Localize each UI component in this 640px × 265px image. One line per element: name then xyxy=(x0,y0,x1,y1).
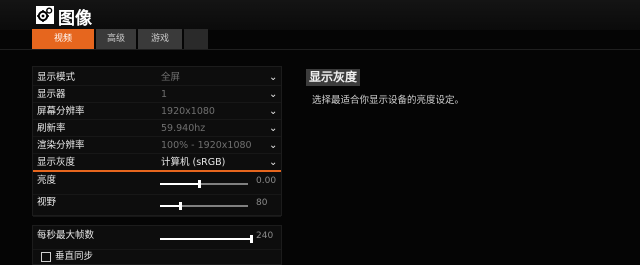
slider-fill xyxy=(160,205,181,207)
slider-value: 240 xyxy=(256,231,274,241)
gears-icon xyxy=(36,6,54,24)
setting-label: 显示灰度 xyxy=(37,157,76,168)
setting-label: 刷新率 xyxy=(37,123,66,134)
setting-label: 显示器 xyxy=(37,89,66,100)
info-description: 选择最适合你显示设备的亮度设定。 xyxy=(312,95,465,106)
tab-bar: 视频 高级 游戏 xyxy=(32,29,208,49)
setting-label: 垂直同步 xyxy=(55,251,94,262)
chevron-down-icon[interactable]: ⌄ xyxy=(269,70,277,86)
video-settings-panel: 显示模式 全屏 ⌄ 显示器 1 ⌄ 屏幕分辨率 1920x1080 ⌄ 刷新率 … xyxy=(32,66,282,217)
tab-game[interactable]: 游戏 xyxy=(138,29,182,49)
fov-slider[interactable] xyxy=(160,202,248,210)
performance-panel: 每秒最大帧数 240 垂直同步 xyxy=(32,225,282,265)
setting-monitor[interactable]: 显示器 1 ⌄ xyxy=(33,87,281,103)
setting-value: 59.940hz xyxy=(161,123,206,134)
setting-value: 全屏 xyxy=(161,72,181,83)
setting-display-gamma[interactable]: 显示灰度 计算机 (sRGB) ⌄ xyxy=(33,155,281,172)
setting-screen-resolution[interactable]: 屏幕分辨率 1920x1080 ⌄ xyxy=(33,104,281,120)
setting-max-fps: 每秒最大帧数 240 xyxy=(33,228,281,250)
tab-video[interactable]: 视频 xyxy=(32,29,94,49)
chevron-down-icon[interactable]: ⌄ xyxy=(269,104,277,120)
vsync-checkbox[interactable] xyxy=(41,252,51,262)
setting-value: 1920x1080 xyxy=(161,106,215,117)
max-fps-slider[interactable] xyxy=(160,235,253,243)
chevron-down-icon[interactable]: ⌄ xyxy=(269,87,277,103)
setting-render-resolution[interactable]: 渲染分辨率 100% - 1920x1080 ⌄ xyxy=(33,138,281,154)
setting-value: 100% - 1920x1080 xyxy=(161,140,252,151)
slider-fill xyxy=(160,183,200,185)
setting-label: 每秒最大帧数 xyxy=(37,230,95,241)
setting-label: 屏幕分辨率 xyxy=(37,106,85,117)
chevron-down-icon[interactable]: ⌄ xyxy=(269,121,277,137)
setting-refresh-rate[interactable]: 刷新率 59.940hz ⌄ xyxy=(33,121,281,137)
setting-vsync[interactable]: 垂直同步 xyxy=(33,249,281,265)
setting-display-mode[interactable]: 显示模式 全屏 ⌄ xyxy=(33,70,281,86)
setting-fov: 视野 80 xyxy=(33,195,281,217)
setting-brightness: 亮度 0.00 xyxy=(33,173,281,195)
brightness-slider[interactable] xyxy=(160,180,248,188)
slider-handle[interactable] xyxy=(179,202,182,210)
chevron-down-icon[interactable]: ⌄ xyxy=(269,155,277,171)
title-bar: 图像 xyxy=(0,0,640,30)
setting-value: 1 xyxy=(161,89,168,100)
chevron-down-icon[interactable]: ⌄ xyxy=(269,138,277,154)
slider-fill xyxy=(160,238,252,240)
slider-handle[interactable] xyxy=(198,180,201,188)
page-title: 图像 xyxy=(58,9,92,29)
setting-label: 渲染分辨率 xyxy=(37,140,85,151)
info-title: 显示灰度 xyxy=(306,69,361,86)
slider-value: 0.00 xyxy=(256,176,277,186)
header-divider xyxy=(0,49,640,50)
tab-advanced[interactable]: 高级 xyxy=(96,29,136,49)
slider-value: 80 xyxy=(256,198,268,208)
setting-value: 计算机 (sRGB) xyxy=(161,157,226,168)
setting-label: 视野 xyxy=(37,197,57,208)
setting-label: 亮度 xyxy=(37,175,57,186)
setting-label: 显示模式 xyxy=(37,72,76,83)
slider-handle[interactable] xyxy=(250,235,253,243)
tab-bar-tail xyxy=(184,29,208,49)
